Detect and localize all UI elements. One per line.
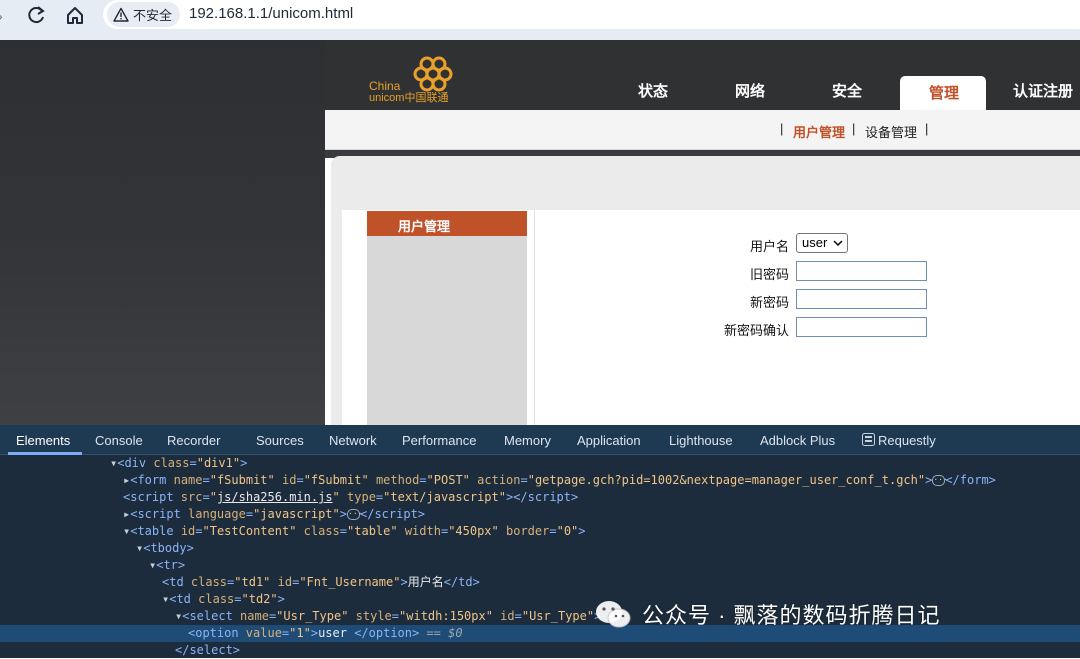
new-password-field[interactable] bbox=[796, 289, 927, 309]
sub-nav: | 用户管理 | 设备管理 | bbox=[325, 110, 1080, 150]
devtools-tab-network[interactable]: Network bbox=[329, 433, 377, 448]
dom-tree-line[interactable]: <script src="js/sha256.min.js" type="tex… bbox=[0, 489, 1080, 506]
devtools-tab-recorder[interactable]: Recorder bbox=[167, 433, 220, 448]
new-password-label: 新密码 bbox=[749, 295, 789, 310]
username-select-value: user bbox=[802, 235, 828, 250]
tab-security[interactable]: 安全 bbox=[832, 80, 862, 101]
divider bbox=[534, 210, 535, 425]
devtools-tab-memory[interactable]: Memory bbox=[504, 433, 551, 448]
watermark-text: 公众号 · 飘落的数码折腾日记 bbox=[642, 603, 941, 628]
logo-unicom: unicom中国联通 bbox=[369, 91, 448, 104]
sidebar-item-user-manage[interactable]: 用户管理 bbox=[367, 211, 527, 236]
chevron-down-icon bbox=[833, 240, 843, 247]
devtools-tab-console[interactable]: Console bbox=[95, 433, 143, 448]
dom-tree-line[interactable]: ▾<tbody> bbox=[0, 540, 1080, 557]
unicom-logo: China unicom中国联通 bbox=[369, 54, 459, 104]
tab-network[interactable]: 网络 bbox=[735, 80, 765, 101]
devtools-tab-sources[interactable]: Sources bbox=[256, 433, 304, 448]
sub-tab-device-manage[interactable]: 设备管理 bbox=[865, 122, 917, 141]
dom-tree-line[interactable]: ▸<script language="javascript">···</scri… bbox=[0, 506, 1080, 523]
expand-toggle-icon: ▸ bbox=[123, 507, 131, 521]
security-chip[interactable]: 不安全 bbox=[107, 2, 181, 27]
username-select[interactable]: user bbox=[796, 233, 848, 253]
security-label: 不安全 bbox=[133, 8, 173, 23]
ellipsis-icon: ··· bbox=[347, 509, 363, 520]
url-text[interactable]: 192.168.1.1/unicom.html bbox=[189, 5, 353, 22]
dom-tree-line[interactable]: ▾<table id="TestContent" class="table" w… bbox=[0, 523, 1080, 540]
requestly-icon bbox=[862, 433, 875, 446]
home-button[interactable] bbox=[62, 4, 88, 26]
ellipsis-icon: ··· bbox=[932, 475, 948, 486]
reload-icon bbox=[28, 6, 45, 24]
page-background bbox=[0, 40, 325, 425]
confirm-password-field[interactable] bbox=[796, 317, 927, 337]
home-icon bbox=[67, 7, 83, 24]
sub-nav-separator: | bbox=[852, 121, 856, 136]
router-header: China unicom中国联通 状态 网络 安全 管理 认证注册 bbox=[325, 40, 1080, 110]
watermark: 公众号 · 飘落的数码折腾日记 bbox=[594, 596, 941, 632]
expand-toggle-icon: ▾ bbox=[110, 456, 118, 470]
dom-tree-line[interactable]: <td class="td1" id="Fnt_Username">用户名</t… bbox=[0, 574, 1080, 591]
sub-tab-user-manage[interactable]: 用户管理 bbox=[793, 122, 845, 141]
expand-toggle-icon: ▾ bbox=[162, 592, 170, 606]
devtools-tabbar: Elements Console Recorder Sources Networ… bbox=[0, 425, 1080, 455]
devtools-tab-requestly[interactable]: Requestly bbox=[878, 433, 936, 448]
sub-nav-separator: | bbox=[780, 121, 784, 136]
devtools-tab-lighthouse[interactable]: Lighthouse bbox=[669, 433, 733, 448]
devtools-tab-adblock-plus[interactable]: Adblock Plus bbox=[760, 433, 835, 448]
reload-button[interactable] bbox=[24, 4, 50, 26]
expand-toggle-icon: ▾ bbox=[123, 524, 131, 538]
old-password-label: 旧密码 bbox=[749, 267, 789, 282]
sub-nav-separator: | bbox=[925, 121, 929, 136]
tab-auth-register[interactable]: 认证注册 bbox=[1013, 80, 1073, 101]
address-bar[interactable]: 不安全 192.168.1.1/unicom.html bbox=[103, 0, 1080, 29]
warning-icon bbox=[113, 7, 129, 22]
tab-manage[interactable]: 管理 bbox=[929, 82, 959, 103]
dom-tree-line[interactable]: ▸<form name="fSubmit" id="fSubmit" metho… bbox=[0, 472, 1080, 489]
browser-toolbar: › 不安全 192.168.1.1/unicom.html bbox=[0, 0, 1080, 40]
dom-tree-line[interactable]: ▾<div class="div1"> bbox=[0, 455, 1080, 472]
logo-china: China bbox=[369, 79, 401, 93]
wechat-icon bbox=[596, 601, 631, 628]
old-password-field[interactable] bbox=[796, 261, 927, 281]
expand-toggle-icon: ▸ bbox=[123, 473, 131, 487]
confirm-password-label: 新密码确认 bbox=[723, 323, 789, 338]
expand-toggle-icon: ▾ bbox=[149, 558, 157, 572]
sidebar bbox=[367, 235, 527, 425]
dom-tree-line[interactable]: ▾<tr> bbox=[0, 557, 1080, 574]
dom-tree-line[interactable]: </select> bbox=[0, 642, 1080, 659]
expand-toggle-icon: ▾ bbox=[136, 541, 144, 555]
forward-icon[interactable]: › bbox=[0, 8, 3, 24]
expand-toggle-icon: ▾ bbox=[175, 609, 183, 623]
devtools-tab-application[interactable]: Application bbox=[577, 433, 641, 448]
devtools-tab-elements[interactable]: Elements bbox=[16, 433, 70, 448]
username-label: 用户名 bbox=[749, 239, 789, 254]
devtools-tab-performance[interactable]: Performance bbox=[402, 433, 476, 448]
tab-status[interactable]: 状态 bbox=[638, 80, 668, 101]
